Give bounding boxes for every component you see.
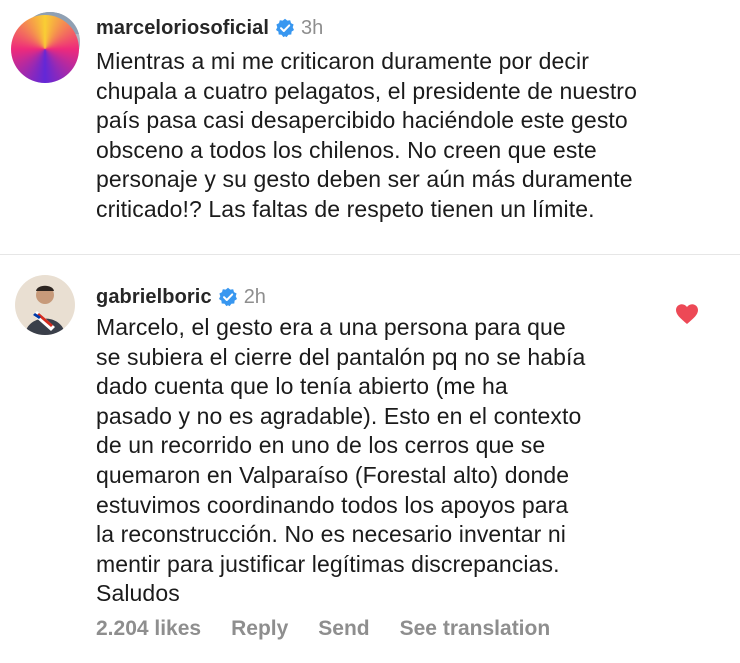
comment-actions: 2.204 likes Reply Send See translation (96, 616, 550, 642)
likes-count[interactable]: 2.204 likes (96, 616, 201, 642)
verified-badge-icon (218, 287, 238, 307)
comment-header: gabrielboric 2h (96, 285, 266, 309)
comment-time: 2h (243, 286, 266, 308)
comment-text: Marcelo, el gesto era a una persona para… (96, 314, 586, 607)
heart-filled-icon[interactable] (675, 303, 699, 325)
avatar-gabrielboric[interactable] (15, 275, 75, 335)
story-ring[interactable] (11, 15, 79, 83)
see-translation-button[interactable]: See translation (400, 616, 551, 642)
send-button[interactable]: Send (318, 616, 369, 642)
reply-button[interactable]: Reply (231, 616, 288, 642)
comment-gabrielboric: gabrielboric 2h Marcelo, el gesto era a … (0, 0, 740, 663)
username[interactable]: gabrielboric (96, 285, 212, 309)
